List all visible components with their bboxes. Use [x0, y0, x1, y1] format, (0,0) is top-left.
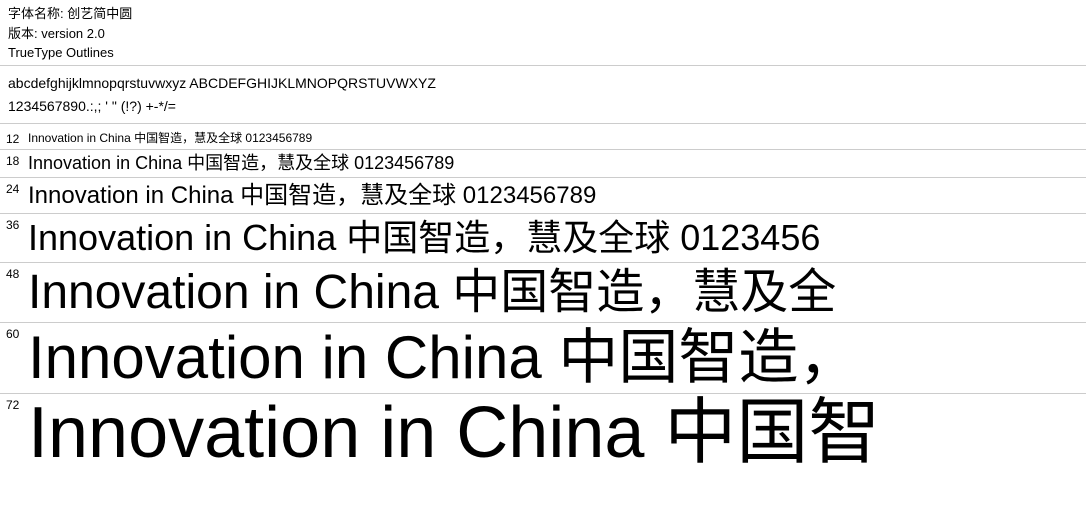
font-name-value: 创艺简中圆 [67, 6, 132, 21]
sample-row-18: 18Innovation in China 中国智造，慧及全球 01234567… [0, 150, 1086, 177]
size-label-36: 36 [0, 216, 28, 232]
sample-row-60: 60Innovation in China 中国智造， [0, 323, 1086, 393]
sample-row-12: 12Innovation in China 中国智造，慧及全球 01234567… [0, 128, 1086, 149]
sample-text-24: Innovation in China 中国智造，慧及全球 0123456789 [28, 180, 596, 211]
size-label-48: 48 [0, 265, 28, 281]
alphabet-line1: abcdefghijklmnopqrstuvwxyz ABCDEFGHIJKLM… [8, 72, 1078, 96]
size-label-60: 60 [0, 325, 28, 341]
font-samples-section: 12Innovation in China 中国智造，慧及全球 01234567… [0, 124, 1086, 473]
sample-text-12: Innovation in China 中国智造，慧及全球 0123456789 [28, 130, 312, 147]
sample-text-60: Innovation in China 中国智造， [28, 325, 858, 391]
sample-row-36: 36Innovation in China 中国智造，慧及全球 0123456 [0, 214, 1086, 261]
sample-row-72: 72Innovation in China 中国智 [0, 394, 1086, 474]
sample-text-36: Innovation in China 中国智造，慧及全球 0123456 [28, 216, 820, 259]
alphabet-line2: 1234567890.:,; ' " (!?) +-*/= [8, 95, 1078, 119]
version-value: version 2.0 [41, 26, 105, 41]
sample-text-18: Innovation in China 中国智造，慧及全球 0123456789 [28, 152, 454, 175]
size-label-24: 24 [0, 180, 28, 196]
version-line: 版本: version 2.0 [8, 24, 1078, 44]
sample-text-72: Innovation in China 中国智 [28, 396, 880, 472]
size-label-18: 18 [0, 152, 28, 168]
sample-text-48: Innovation in China 中国智造，慧及全 [28, 265, 836, 320]
alphabet-section: abcdefghijklmnopqrstuvwxyz ABCDEFGHIJKLM… [0, 66, 1086, 125]
font-info-section: 字体名称: 创艺简中圆 版本: version 2.0 TrueType Out… [0, 0, 1086, 66]
type-line: TrueType Outlines [8, 43, 1078, 63]
font-name-label: 字体名称: [8, 6, 64, 21]
size-label-72: 72 [0, 396, 28, 412]
sample-row-48: 48Innovation in China 中国智造，慧及全 [0, 263, 1086, 322]
version-label: 版本: [8, 26, 38, 41]
font-name-line: 字体名称: 创艺简中圆 [8, 4, 1078, 24]
sample-row-24: 24Innovation in China 中国智造，慧及全球 01234567… [0, 178, 1086, 213]
size-label-12: 12 [0, 130, 28, 146]
